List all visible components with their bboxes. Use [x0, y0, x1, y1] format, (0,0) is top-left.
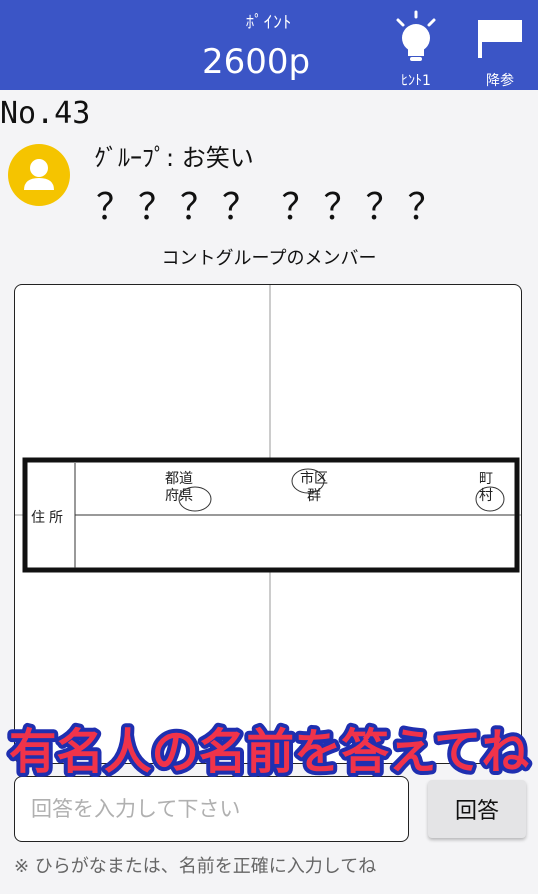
hint-label: ﾋﾝﾄ1 — [401, 73, 431, 89]
city-line-2: 群 — [307, 488, 321, 504]
masked-name: ？？？？ ？？？？ — [96, 187, 450, 228]
town-line-2: 村 — [479, 488, 493, 504]
hint-button[interactable]: ﾋﾝﾄ1 — [388, 10, 444, 89]
city-line-1: 市区 — [300, 471, 328, 487]
question-number: No.43 — [0, 96, 91, 131]
prefecture-line-2: 府県 — [165, 488, 193, 504]
question-caption: コントグループのメンバー — [161, 248, 377, 269]
avatar — [8, 144, 70, 206]
points-label: ﾎﾟｲﾝﾄ — [245, 13, 293, 33]
giveup-label: 降参 — [486, 73, 514, 89]
prefecture-label: 都道 府県 — [165, 471, 193, 505]
town-line-1: 町 — [479, 471, 493, 487]
town-label: 町 村 — [479, 471, 493, 505]
input-note: ※ ひらがなまたは、名前を正確に入力してね — [14, 856, 377, 877]
banner-text: 有名人の名前を答えてね — [9, 724, 529, 780]
app-header: ﾎﾟｲﾝﾄ 2600p ﾋﾝﾄ1 降参 — [0, 0, 538, 90]
giveup-button[interactable]: 降参 — [470, 10, 530, 89]
prefecture-line-1: 都道 — [165, 471, 193, 487]
lightbulb-icon — [396, 10, 436, 61]
city-label: 市区 群 — [300, 471, 328, 505]
flag-icon — [478, 20, 522, 58]
person-icon — [24, 159, 54, 190]
instruction-banner: 有名人の名前を答えてね — [5, 720, 533, 784]
address-row-label: 住所 — [31, 510, 67, 526]
group-label: ｸﾞﾙｰﾌﾟ: お笑い — [94, 144, 254, 172]
